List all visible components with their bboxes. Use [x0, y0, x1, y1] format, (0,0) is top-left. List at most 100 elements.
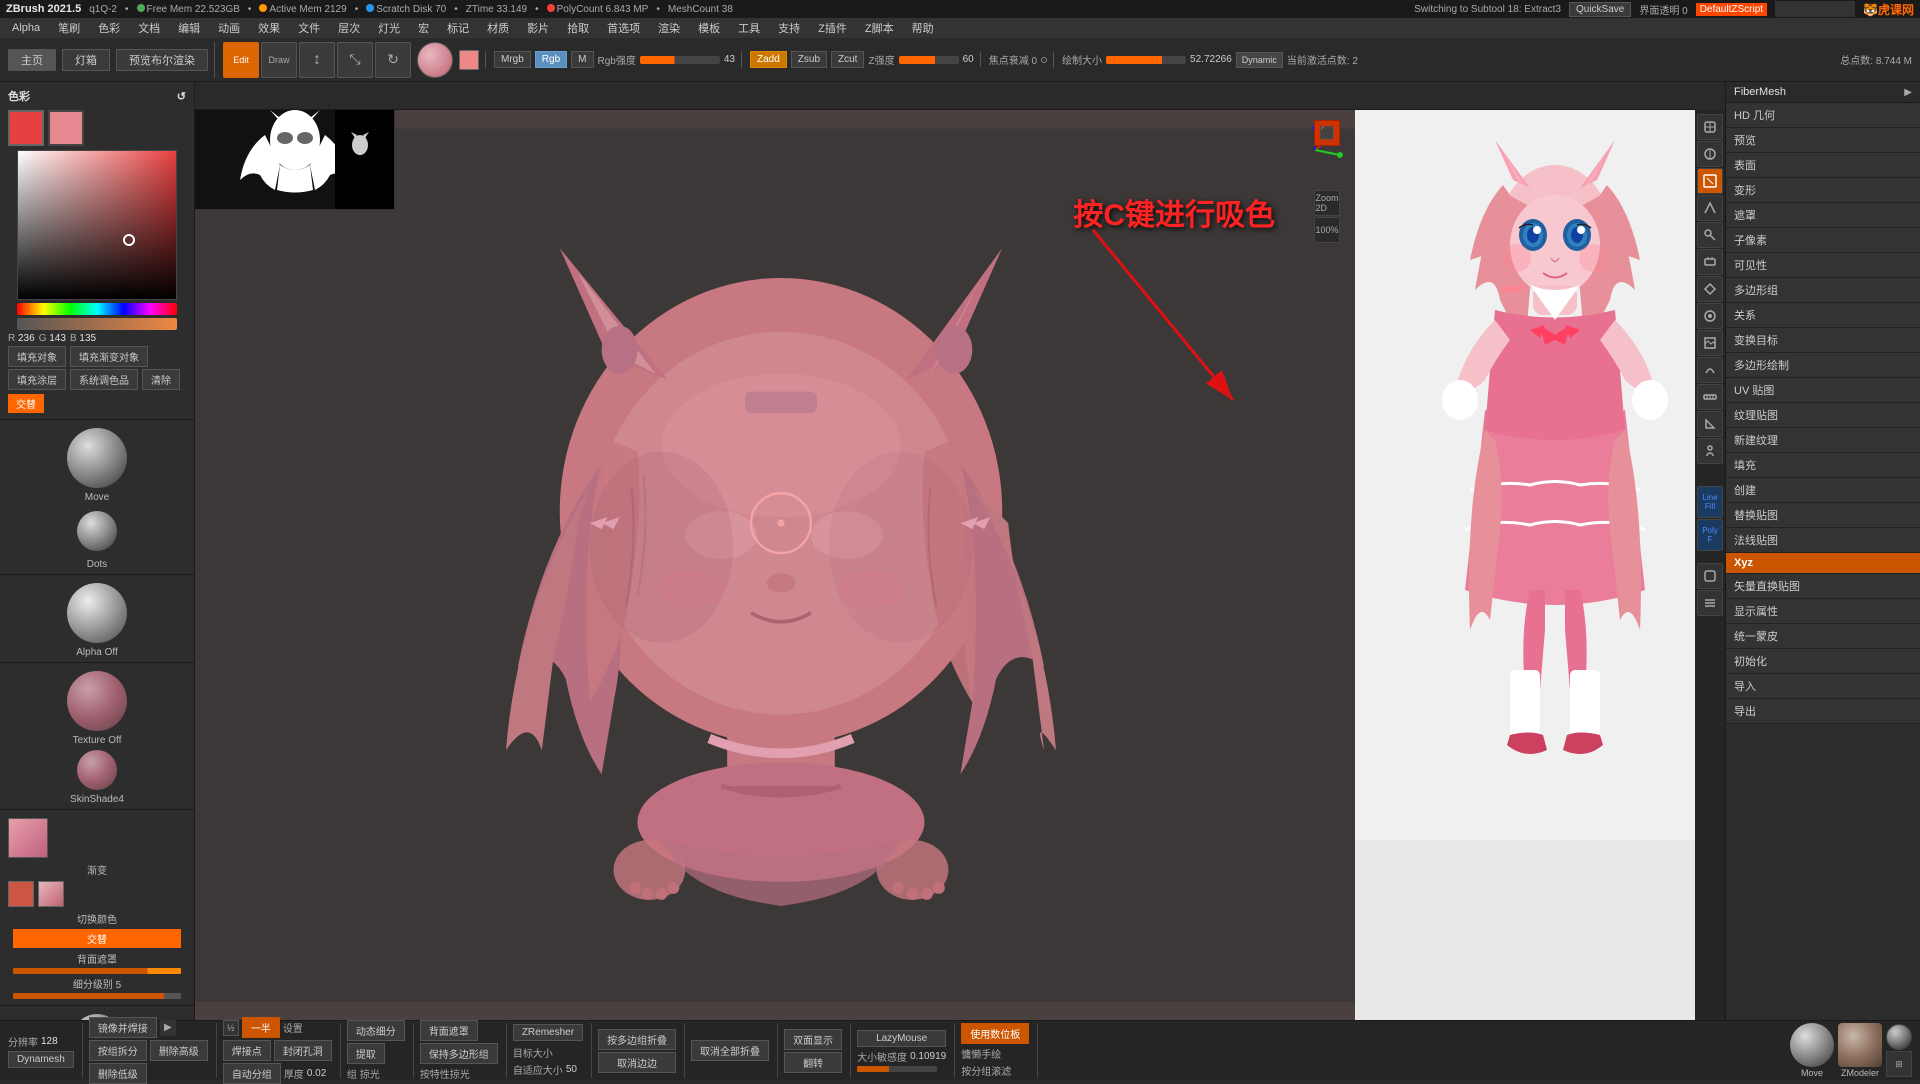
model-viewport[interactable]: 按C键进行吸色: [195, 110, 1355, 1020]
rotate-button[interactable]: ↻: [375, 42, 411, 78]
poly-btn[interactable]: PolyF: [1697, 519, 1723, 551]
dynamic-sub-btn[interactable]: 动态细分: [347, 1020, 405, 1041]
zmodeler-sphere[interactable]: [1838, 1023, 1882, 1067]
alpha-slider[interactable]: [17, 318, 177, 330]
tool-rt-15[interactable]: [1697, 563, 1723, 589]
color-picker-gradient[interactable]: [17, 150, 177, 300]
linefill-btn[interactable]: LineFill: [1697, 486, 1723, 518]
lazy-mouse-btn[interactable]: LazyMouse: [857, 1030, 946, 1047]
adjacent-fold-btn[interactable]: 按多边组折叠: [598, 1029, 676, 1050]
weld-points-btn[interactable]: 焊接点: [223, 1040, 271, 1061]
texture-map-btn[interactable]: 纹理贴图: [1726, 403, 1920, 428]
auto-sub-btn[interactable]: 自动分组: [223, 1063, 281, 1084]
back-face-btn[interactable]: 背面遮罩: [420, 1020, 478, 1041]
menu-tool[interactable]: 工具: [730, 18, 768, 38]
tool-rt-8[interactable]: [1697, 303, 1723, 329]
menu-file[interactable]: 文件: [290, 18, 328, 38]
brush-sphere[interactable]: [67, 428, 127, 488]
move-button[interactable]: ↕: [299, 42, 335, 78]
unified-skin-btn[interactable]: 统一蒙皮: [1726, 624, 1920, 649]
zcut-button[interactable]: Zcut: [831, 51, 864, 68]
flip-btn[interactable]: 翻转: [784, 1052, 842, 1073]
mirror-collapse-btn[interactable]: ▶: [160, 1020, 176, 1036]
fibermesh-arrow[interactable]: ▶: [1904, 87, 1912, 98]
menu-render[interactable]: 渲染: [650, 18, 688, 38]
menu-support[interactable]: 支持: [770, 18, 808, 38]
tab-lightbox[interactable]: 灯箱: [62, 49, 110, 71]
split-btn[interactable]: 按组拆分: [89, 1040, 147, 1061]
vector-map-btn[interactable]: 矢量直换贴图: [1726, 574, 1920, 599]
material-sphere[interactable]: [77, 750, 117, 790]
zoom2d-btn[interactable]: Zoom2D: [1314, 190, 1340, 216]
replace-map-btn[interactable]: 替换贴图: [1726, 503, 1920, 528]
tool-rt-16[interactable]: [1697, 590, 1723, 616]
exchange-color-button[interactable]: 交替: [13, 929, 180, 948]
tool-rt-3[interactable]: [1697, 168, 1723, 194]
tool-rt-1[interactable]: [1697, 114, 1723, 140]
system-adjust-button[interactable]: 系统调色品: [70, 369, 138, 390]
xyz-btn[interactable]: Xyz: [1726, 553, 1920, 574]
main-canvas[interactable]: 按C键进行吸色: [195, 110, 1695, 1020]
quicksave-button[interactable]: QuickSave: [1569, 2, 1631, 17]
import-btn[interactable]: 导入: [1726, 674, 1920, 699]
surface-btn[interactable]: 表面: [1726, 153, 1920, 178]
normal-map-btn[interactable]: 法线贴图: [1726, 528, 1920, 553]
tool-rt-12[interactable]: [1697, 411, 1723, 437]
step-btn[interactable]: ⊞: [1886, 1051, 1912, 1077]
menu-color[interactable]: 色彩: [90, 18, 128, 38]
dots-brush-sphere[interactable]: [77, 511, 117, 551]
fill-layers-button[interactable]: 填充涂层: [8, 369, 66, 390]
refresh-icon[interactable]: ↺: [177, 90, 186, 103]
menu-alpha[interactable]: Alpha: [4, 20, 48, 36]
create-btn[interactable]: 创建: [1726, 478, 1920, 503]
move-tool-sphere[interactable]: [1790, 1023, 1834, 1067]
zoom100-btn[interactable]: 100%: [1314, 217, 1340, 243]
uv-map-btn[interactable]: UV 贴图: [1726, 378, 1920, 403]
menu-layer[interactable]: 层次: [330, 18, 368, 38]
poly-groups-btn[interactable]: 多边形组: [1726, 278, 1920, 303]
poly-paint-btn[interactable]: 多边形绘制: [1726, 353, 1920, 378]
menu-document[interactable]: 文档: [130, 18, 168, 38]
dynamesh-btn[interactable]: Dynamesh: [8, 1051, 74, 1068]
z-strength-slider[interactable]: [899, 56, 959, 64]
menu-help[interactable]: 帮助: [904, 18, 942, 38]
extract-btn[interactable]: 提取: [347, 1043, 385, 1064]
display-attrs-btn[interactable]: 显示属性: [1726, 599, 1920, 624]
menu-pick[interactable]: 拾取: [559, 18, 597, 38]
subdivision-slider[interactable]: [13, 993, 180, 999]
exchange-button[interactable]: 交替: [8, 394, 44, 413]
zadd-button[interactable]: Zadd: [750, 51, 787, 68]
preview-btn[interactable]: 预览: [1726, 128, 1920, 153]
transform-target-btn[interactable]: 变换目标: [1726, 328, 1920, 353]
tool-rt-13[interactable]: [1697, 438, 1723, 464]
tool-rt-4[interactable]: [1697, 195, 1723, 221]
bg-filter-slider[interactable]: [13, 968, 180, 974]
fill-gradient-button[interactable]: 填充渐变对象: [70, 346, 148, 367]
color-sphere[interactable]: [417, 42, 453, 78]
mrgb-button[interactable]: Mrgb: [494, 51, 531, 68]
clear-button[interactable]: 清除: [142, 369, 180, 390]
new-texture-btn[interactable]: 新建纹理: [1726, 428, 1920, 453]
menu-edit[interactable]: 编辑: [170, 18, 208, 38]
visibility-btn[interactable]: 可见性: [1726, 253, 1920, 278]
dynamic-button[interactable]: Dynamic: [1236, 52, 1283, 68]
mask-btn[interactable]: 遮罩: [1726, 203, 1920, 228]
fill-object-button[interactable]: 填充对象: [8, 346, 66, 367]
tool-rt-7[interactable]: [1697, 276, 1723, 302]
rgb-strength-slider[interactable]: [640, 56, 720, 64]
zoom-button[interactable]: ⬛: [1314, 120, 1340, 146]
bg-color-btn[interactable]: [38, 881, 64, 907]
gradient-control-sphere[interactable]: [1886, 1024, 1912, 1050]
delete-high-btn[interactable]: 删除高级: [150, 1040, 208, 1061]
double-side-btn[interactable]: 双面显示: [784, 1029, 842, 1050]
size-sensitivity-slider[interactable]: [857, 1066, 937, 1072]
keep-multi-btn[interactable]: 保持多边形组: [420, 1043, 498, 1064]
tab-home[interactable]: 主页: [8, 49, 56, 71]
draw-button[interactable]: Draw: [261, 42, 297, 78]
half-btn[interactable]: ½: [223, 1020, 239, 1036]
use-tablet-btn[interactable]: 使用数位板: [961, 1023, 1029, 1044]
texture-sphere[interactable]: [67, 671, 127, 731]
tool-rt-2[interactable]: [1697, 141, 1723, 167]
deform-btn[interactable]: 变形: [1726, 178, 1920, 203]
remove-edge-btn[interactable]: 取消边边: [598, 1052, 676, 1073]
